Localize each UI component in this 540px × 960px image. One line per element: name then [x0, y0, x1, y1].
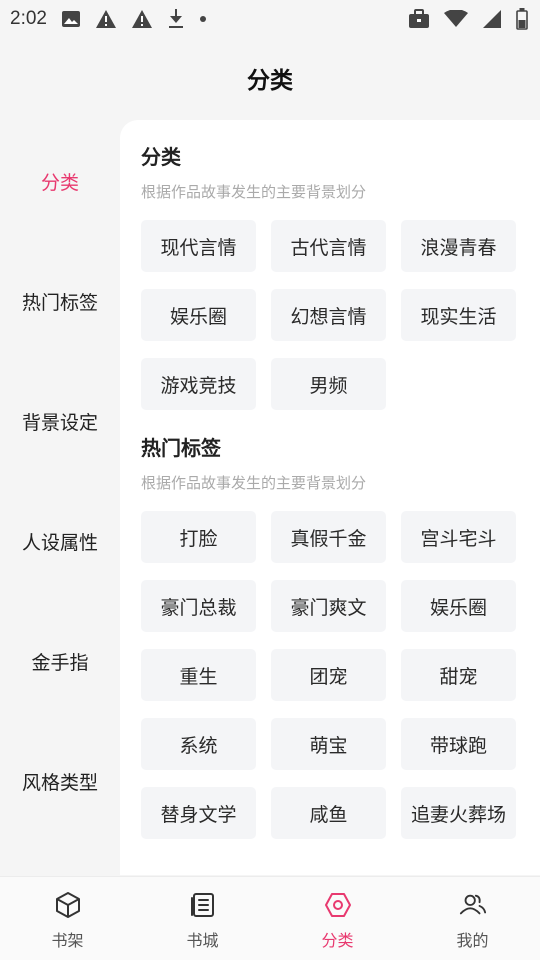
nav-label: 我的	[456, 931, 489, 950]
nav-item-mine[interactable]: 我的	[405, 877, 540, 960]
download-icon	[167, 8, 185, 30]
chip-grid: 打脸 真假千金 宫斗宅斗 豪门总裁 豪门爽文 娱乐圈 重生 团宠 甜宠 系统 萌…	[141, 511, 521, 839]
nav-label: 书架	[51, 931, 84, 950]
section-title: 热门标签	[141, 436, 221, 460]
tag-chip[interactable]: 幻想言情	[271, 289, 386, 341]
tag-chip[interactable]: 游戏竞技	[141, 358, 256, 410]
tag-chip[interactable]: 咸鱼	[271, 787, 386, 839]
warning-icon	[95, 9, 117, 29]
tag-chip[interactable]: 娱乐圈	[401, 580, 516, 632]
sidebar-item-golden-finger[interactable]: 金手指	[0, 631, 120, 691]
page-title: 分类	[247, 68, 293, 94]
tag-chip[interactable]: 重生	[141, 649, 256, 701]
header: 分类	[0, 38, 540, 118]
section-title: 分类	[141, 145, 181, 169]
tag-chip[interactable]: 豪门总裁	[141, 580, 256, 632]
chip-grid: 现代言情 古代言情 浪漫青春 娱乐圈 幻想言情 现实生活 游戏竞技 男频	[141, 220, 521, 410]
sidebar-item-hot-tags[interactable]: 热门标签	[0, 271, 120, 331]
status-right	[408, 8, 528, 30]
briefcase-icon	[408, 9, 430, 29]
sidebar-item-style-type[interactable]: 风格类型	[0, 751, 120, 811]
sidebar-item-character-attributes[interactable]: 人设属性	[0, 511, 120, 571]
nav-item-bookstore[interactable]: 书城	[135, 877, 270, 960]
tag-chip[interactable]: 团宠	[271, 649, 386, 701]
tag-chip[interactable]: 男频	[271, 358, 386, 410]
tag-chip[interactable]: 真假千金	[271, 511, 386, 563]
tag-chip[interactable]: 带球跑	[401, 718, 516, 770]
status-bar: 2:02	[0, 0, 540, 38]
tag-chip[interactable]: 娱乐圈	[141, 289, 256, 341]
status-time: 2:02	[10, 8, 47, 29]
nav-item-bookshelf[interactable]: 书架	[0, 877, 135, 960]
cube-icon	[54, 891, 82, 919]
tag-chip[interactable]: 追妻火葬场	[401, 787, 516, 839]
sidebar-item-category[interactable]: 分类	[0, 151, 120, 211]
nav-label: 书城	[186, 931, 219, 950]
tag-chip[interactable]: 系统	[141, 718, 256, 770]
nav-item-category[interactable]: 分类	[270, 877, 405, 960]
category-sidebar: 分类 热门标签 背景设定 人设属性 金手指 风格类型	[0, 120, 120, 875]
warning-icon	[131, 9, 153, 29]
section-hot-tags: 热门标签 根据作品故事发生的主要背景划分 打脸 真假千金 宫斗宅斗 豪门总裁 豪…	[141, 433, 521, 839]
tag-chip[interactable]: 现实生活	[401, 289, 516, 341]
tag-chip[interactable]: 打脸	[141, 511, 256, 563]
tag-chip[interactable]: 古代言情	[271, 220, 386, 272]
hexagon-icon	[324, 891, 352, 919]
nav-label: 分类	[321, 931, 354, 950]
image-icon	[61, 10, 81, 28]
wifi-icon	[444, 10, 468, 28]
tag-chip[interactable]: 豪门爽文	[271, 580, 386, 632]
tag-chip[interactable]: 宫斗宅斗	[401, 511, 516, 563]
book-list-icon	[189, 891, 217, 919]
tag-chip[interactable]: 萌宝	[271, 718, 386, 770]
tag-chip[interactable]: 甜宠	[401, 649, 516, 701]
section-description: 根据作品故事发生的主要背景划分	[141, 474, 367, 492]
sidebar-item-background-setting[interactable]: 背景设定	[0, 391, 120, 451]
tag-chip[interactable]: 现代言情	[141, 220, 256, 272]
signal-icon	[482, 9, 502, 29]
battery-icon	[516, 8, 528, 30]
tag-chip[interactable]: 替身文学	[141, 787, 256, 839]
section-description: 根据作品故事发生的主要背景划分	[141, 183, 367, 201]
bottom-nav: 书架 书城 分类 我的	[0, 876, 540, 960]
tag-chip[interactable]: 浪漫青春	[401, 220, 516, 272]
content-panel: 分类 根据作品故事发生的主要背景划分 现代言情 古代言情 浪漫青春 娱乐圈 幻想…	[120, 120, 540, 875]
status-left: 2:02	[10, 8, 207, 30]
users-icon	[459, 891, 487, 919]
section-category: 分类 根据作品故事发生的主要背景划分 现代言情 古代言情 浪漫青春 娱乐圈 幻想…	[141, 142, 521, 410]
dot-icon	[199, 15, 207, 23]
